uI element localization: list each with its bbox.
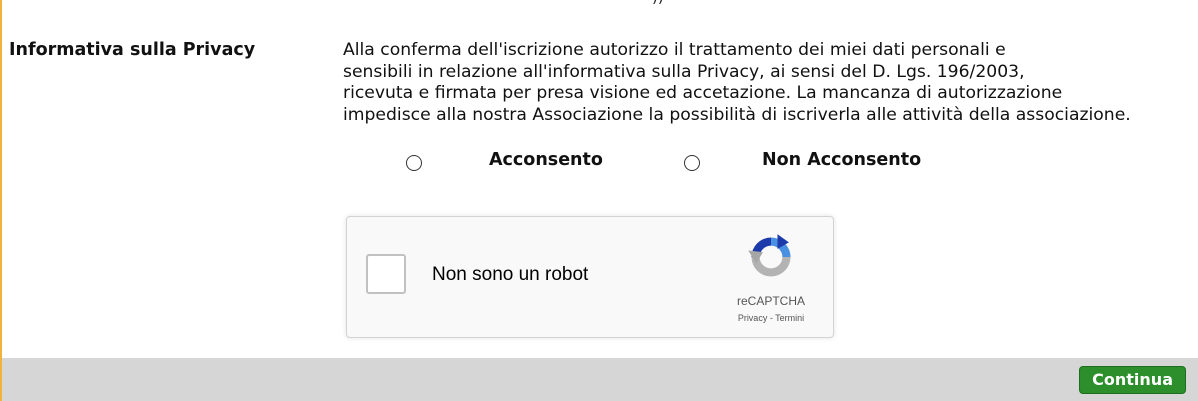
recaptcha-widget: Non sono un robot reCAPTCHA Privacy - Te… — [346, 216, 834, 338]
recaptcha-link-separator: - — [767, 313, 776, 323]
footer-bar: Continua — [2, 358, 1198, 401]
consent-radio-label[interactable]: Acconsento — [489, 150, 603, 170]
privacy-statement: Alla conferma dell'iscrizione autorizzo … — [343, 40, 1198, 126]
no-consent-radio-label[interactable]: Non Acconsento — [762, 150, 921, 170]
privacy-text-line: sensibili in relazione all'informativa s… — [343, 61, 1025, 82]
recaptcha-terms-link[interactable]: Termini — [775, 313, 804, 323]
continue-button[interactable]: Continua — [1079, 366, 1186, 394]
recaptcha-brand: reCAPTCHA — [736, 294, 805, 308]
top-text-fragment: )) — [652, 0, 664, 5]
privacy-form-page: )) Informativa sulla Privacy Alla confer… — [0, 0, 1198, 401]
recaptcha-logo-icon — [748, 234, 791, 277]
no-consent-radio[interactable] — [684, 155, 700, 171]
recaptcha-privacy-link[interactable]: Privacy — [738, 313, 768, 323]
recaptcha-checkbox[interactable] — [366, 254, 406, 294]
left-accent-border — [0, 0, 2, 401]
recaptcha-label: Non sono un robot — [432, 264, 589, 285]
recaptcha-links: Privacy - Termini — [723, 313, 819, 323]
privacy-text-line: ricevuta e firmata per presa visione ed … — [343, 83, 1063, 103]
privacy-section-label: Informativa sulla Privacy — [9, 40, 256, 60]
consent-radio[interactable] — [406, 155, 422, 171]
privacy-text-line: Alla conferma dell'iscrizione autorizzo … — [343, 40, 1006, 60]
privacy-text-line: impedisce alla nostra Associazione la po… — [343, 104, 1131, 125]
